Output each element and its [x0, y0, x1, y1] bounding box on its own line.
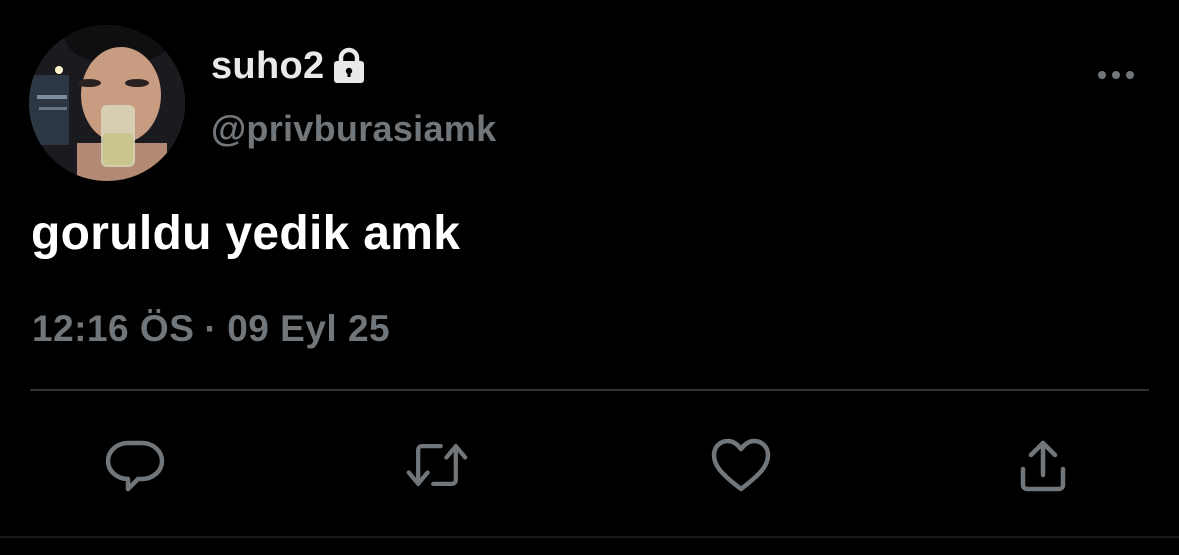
retweet-button[interactable] [405, 433, 469, 497]
display-name[interactable]: suho2 [211, 45, 324, 88]
tweet-timestamp[interactable]: 12:16 ÖS · 09 Eyl 25 [32, 308, 390, 350]
username-handle[interactable]: @privburasiamk [211, 108, 496, 150]
more-options-icon[interactable] [1094, 62, 1138, 88]
bottom-divider [0, 536, 1179, 538]
reply-button[interactable] [104, 433, 168, 497]
display-name-row: suho2 [211, 42, 366, 90]
tweet-detail: suho2 @privburasiamk goruldu yedik amk 1… [0, 0, 1179, 555]
like-icon [711, 438, 771, 492]
avatar-photo [29, 25, 185, 181]
share-button[interactable] [1011, 433, 1075, 497]
retweet-icon [406, 444, 468, 486]
avatar[interactable] [29, 25, 185, 181]
meta-separator: · [204, 308, 218, 349]
divider [30, 389, 1149, 391]
reply-icon [106, 440, 165, 492]
tweet-time: 12:16 ÖS [32, 308, 195, 349]
share-icon [1020, 440, 1066, 492]
like-button[interactable] [709, 433, 773, 497]
tweet-date: 09 Eyl 25 [227, 308, 391, 349]
tweet-text: goruldu yedik amk [31, 207, 461, 260]
lock-icon [332, 47, 366, 85]
